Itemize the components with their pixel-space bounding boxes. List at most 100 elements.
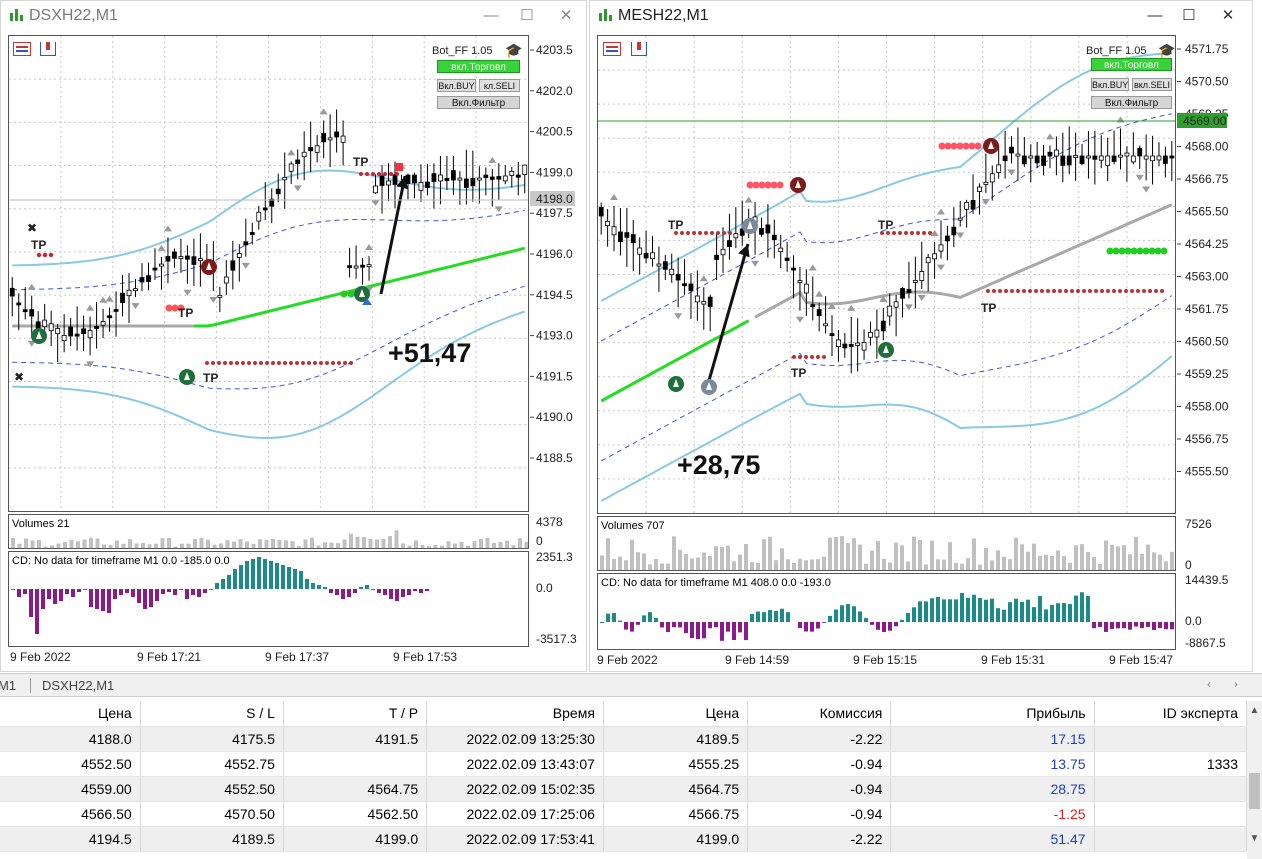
volume-bar	[199, 537, 204, 548]
column-header[interactable]: Цена	[0, 701, 141, 727]
volume-bar	[388, 536, 392, 548]
volume-bar	[858, 544, 862, 570]
candle-body	[1028, 155, 1034, 159]
candle-body	[165, 256, 171, 262]
candle-body	[373, 185, 378, 194]
tp-dot	[1052, 289, 1056, 293]
volume-bar	[30, 540, 35, 548]
table-cell: -2.22	[747, 826, 892, 852]
volume-bar	[600, 555, 604, 570]
column-header[interactable]: Цена	[603, 701, 749, 727]
window-titlebar[interactable]: DSXH22,M1 — ☐ ✕	[1, 1, 586, 31]
candle-body	[694, 295, 700, 303]
candle-body	[868, 332, 873, 338]
cd-bar	[1086, 595, 1090, 622]
trade-list-icon[interactable]	[603, 42, 621, 56]
graduation-cap-icon: 🎓	[1158, 42, 1176, 58]
window-titlebar[interactable]: MESH22,M1 — ☐ ✕	[590, 1, 1252, 31]
candle-body	[476, 177, 482, 181]
tp-dot	[1154, 247, 1162, 255]
candle-body	[61, 335, 67, 341]
table-row[interactable]: 4188.0 4175.5 4191.5 2022.02.09 13:25:30 418…	[0, 726, 1248, 752]
maximize-button[interactable]: ☐	[1179, 6, 1199, 26]
cd-pane[interactable]: CD: No data for timeframe M1 0.0 -185.0 …	[8, 551, 529, 647]
volumes-pane[interactable]: Volumes 21	[8, 514, 529, 549]
chart-window-dsxh22[interactable]: DSXH22,M1 — ☐ ✕ ✖ ✖ TP TP TP TP Bot_FF 1.05 🎓…	[0, 0, 587, 672]
tp-dot	[1112, 247, 1120, 255]
price-pane[interactable]: ✖ ✖ TP TP TP TP Bot_FF 1.05 🎓 вкл.Торговл Вкл…	[8, 35, 529, 512]
tp-dot	[371, 172, 375, 176]
sell-enable-button[interactable]: кл.SELI	[479, 79, 520, 92]
volume-bar	[128, 539, 132, 548]
volume-bar	[672, 536, 676, 570]
column-header[interactable]: Прибыль	[890, 701, 1095, 727]
trade-list-icon[interactable]	[13, 42, 31, 56]
tabs-scroll-right-icon[interactable]: ›	[1234, 677, 1238, 691]
tp-dot	[283, 361, 287, 365]
volumes-pane[interactable]: Volumes 707	[597, 516, 1176, 571]
cd-pane[interactable]: CD: No data for timeframe M1 408.0 0.0 -…	[597, 573, 1176, 650]
filter-enable-button[interactable]: Вкл.Фильтр	[1091, 96, 1172, 109]
table-cell: -2.22	[747, 726, 892, 752]
column-header[interactable]: Время	[426, 701, 604, 727]
table-row[interactable]: 4552.50 4552.75 2022.02.09 13:43:07 4555.25…	[0, 751, 1248, 777]
candle-body	[784, 257, 790, 261]
cd-tick-label: 0.0	[536, 581, 553, 595]
volume-bar	[1086, 552, 1090, 570]
filter-enable-button[interactable]: Вкл.Фильтр	[437, 96, 520, 109]
table-cell: 4189.5	[140, 826, 284, 852]
price-pane[interactable]: TP TP TP TP Bot_FF 1.05 🎓 вкл.Торговл Вкл.B…	[597, 35, 1176, 514]
price-chart[interactable]: TP TP TP TP	[598, 36, 1175, 513]
tp-dot	[325, 361, 329, 365]
column-header[interactable]: T / P	[283, 701, 428, 727]
column-header[interactable]: ID эксперта	[1094, 701, 1248, 727]
maximize-button[interactable]: ☐	[517, 6, 537, 26]
cd-bar	[780, 608, 784, 622]
trade-enable-button[interactable]: вкл.Торговл	[437, 60, 520, 73]
table-row[interactable]: 4566.50 4570.50 4562.50 2022.02.09 17:25:06…	[0, 801, 1248, 827]
candle-body	[522, 164, 528, 175]
candle-body	[418, 182, 424, 191]
table-row[interactable]: 4559.00 4552.50 4564.75 2022.02.09 15:02:35…	[0, 776, 1248, 802]
trade-enable-button[interactable]: вкл.Торговл	[1091, 58, 1172, 71]
sell-enable-button[interactable]: вкл.SELI	[1132, 78, 1172, 91]
candle-body	[810, 304, 816, 308]
volume-bar	[1062, 556, 1066, 570]
table-row[interactable]: 4194.5 4189.5 4199.0 2022.02.09 17:53:41 419…	[0, 826, 1248, 852]
cd-bar	[1080, 592, 1084, 622]
close-button[interactable]: ✕	[1218, 6, 1238, 26]
volume-bar	[816, 559, 820, 570]
close-button[interactable]: ✕	[556, 6, 576, 26]
robot-icon[interactable]	[631, 42, 647, 56]
cd-bar	[275, 563, 279, 589]
tp-dot	[340, 290, 348, 298]
price-tick-label: 4559.25	[1185, 367, 1229, 381]
minimize-button[interactable]: —	[1145, 6, 1165, 26]
table-scrollbar[interactable]: ▲ ▼	[1247, 701, 1262, 859]
tp-dot	[1022, 289, 1026, 293]
minimize-button[interactable]: —	[481, 6, 501, 26]
scroll-down-icon[interactable]: ▼	[1247, 833, 1262, 844]
volume-bar	[89, 537, 93, 548]
volume-bar	[852, 538, 856, 570]
column-header[interactable]: Комиссия	[747, 701, 892, 727]
buy-enable-button[interactable]: Вкл.BUY	[437, 79, 476, 92]
chart-tab[interactable]: DSXH22,M1	[42, 678, 114, 693]
robot-icon[interactable]	[40, 42, 56, 56]
volume-bar	[654, 559, 658, 570]
volume-bar	[290, 541, 295, 548]
buy-enable-button[interactable]: Вкл.BUY	[1091, 78, 1129, 91]
fractal-up-icon	[815, 290, 824, 297]
fractal-up-icon	[287, 149, 296, 156]
column-header[interactable]: S / L	[140, 701, 284, 727]
cd-bar	[1014, 598, 1018, 622]
table-cell: 4555.25	[603, 751, 749, 777]
volume-bar	[606, 538, 610, 570]
tabs-scroll-left-icon[interactable]: ‹	[1207, 677, 1211, 691]
scroll-thumb[interactable]	[1249, 773, 1260, 809]
chart-window-mesh22[interactable]: MESH22,M1 — ☐ ✕ TP TP TP TP Bot_FF 1.05 🎓 в…	[589, 0, 1253, 672]
cd-bar	[215, 583, 219, 589]
scroll-up-icon[interactable]: ▲	[1247, 705, 1262, 716]
chart-tab[interactable]: M1	[0, 678, 16, 693]
volume-bar	[942, 559, 946, 570]
